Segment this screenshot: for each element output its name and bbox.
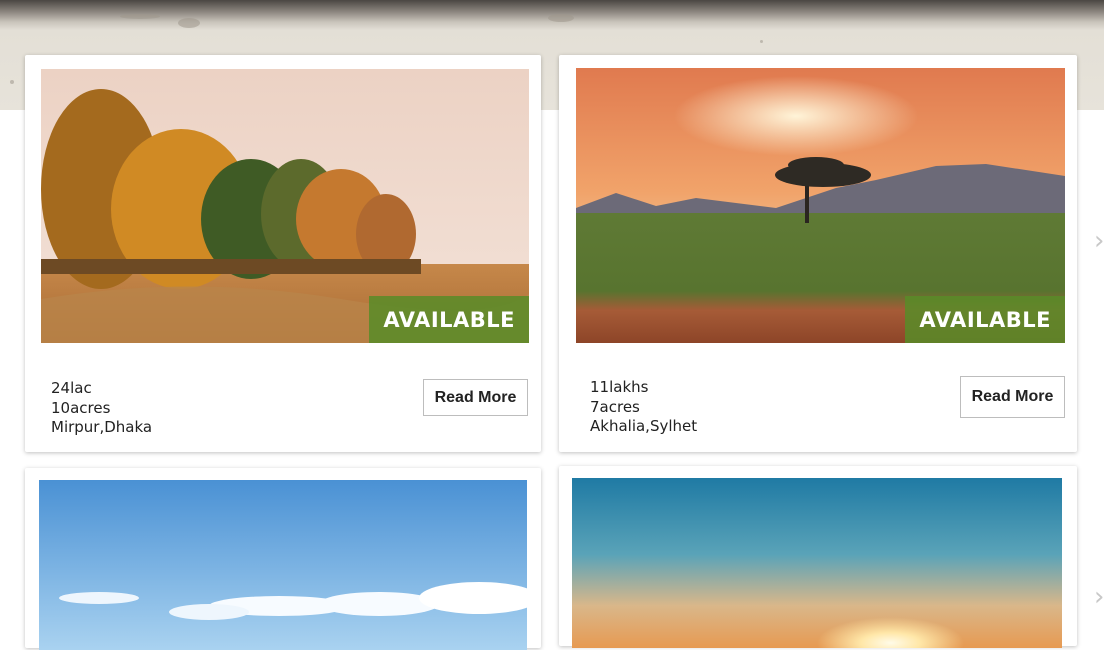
read-more-button[interactable]: Read More bbox=[960, 376, 1065, 418]
listing-card bbox=[559, 466, 1077, 646]
listing-location: Mirpur,Dhaka bbox=[51, 418, 152, 438]
listing-photo-savanna-sunset[interactable]: AVAILABLE bbox=[576, 68, 1065, 343]
listing-details: 11lakhs 7acres Akhalia,Sylhet bbox=[590, 378, 697, 437]
listing-location: Akhalia,Sylhet bbox=[590, 417, 697, 437]
status-badge: AVAILABLE bbox=[369, 296, 529, 343]
listing-area: 7acres bbox=[590, 398, 697, 418]
listing-photo-blue-sky[interactable] bbox=[39, 480, 527, 650]
listing-card: AVAILABLE 24lac 10acres Mirpur,Dhaka Rea… bbox=[25, 55, 541, 452]
listing-card: AVAILABLE 11lakhs 7acres Akhalia,Sylhet … bbox=[559, 55, 1077, 452]
listing-details: 24lac 10acres Mirpur,Dhaka bbox=[51, 379, 152, 438]
listing-price: 24lac bbox=[51, 379, 152, 399]
read-more-button[interactable]: Read More bbox=[423, 379, 528, 416]
listing-photo-autumn-trees[interactable]: AVAILABLE bbox=[41, 69, 529, 343]
chevron-right-icon[interactable]: › bbox=[1094, 228, 1104, 254]
status-badge: AVAILABLE bbox=[905, 296, 1065, 343]
listing-area: 10acres bbox=[51, 399, 152, 419]
listing-card bbox=[25, 468, 541, 648]
chevron-right-icon[interactable]: › bbox=[1094, 584, 1104, 610]
listing-photo-sunrise[interactable] bbox=[572, 478, 1062, 648]
listing-price: 11lakhs bbox=[590, 378, 697, 398]
